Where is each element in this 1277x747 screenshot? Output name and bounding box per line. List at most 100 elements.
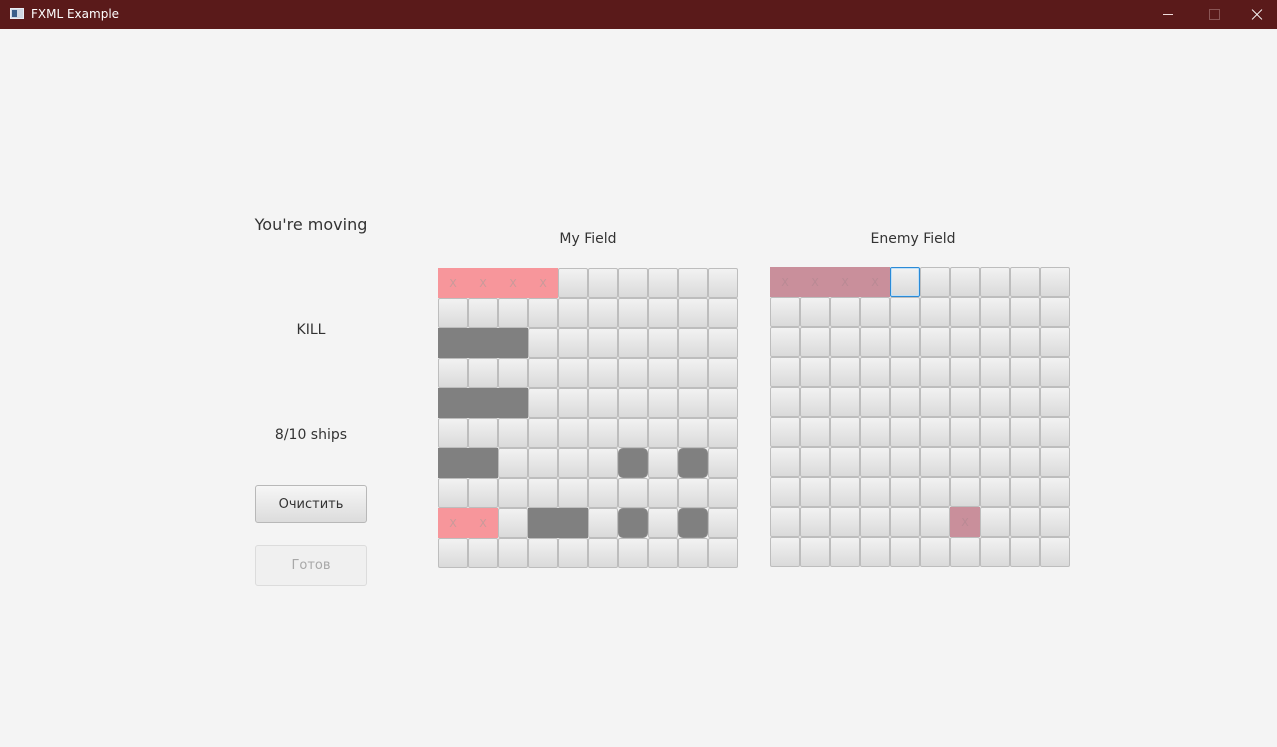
enemy-field-cell[interactable]: [860, 447, 890, 477]
my-field-cell[interactable]: [678, 328, 708, 358]
enemy-field-cell[interactable]: [890, 477, 920, 507]
enemy-field-cell[interactable]: [770, 507, 800, 537]
enemy-field-cell[interactable]: [830, 297, 860, 327]
my-field-cell[interactable]: X: [438, 268, 468, 298]
enemy-field-cell[interactable]: [980, 537, 1010, 567]
my-field-cell[interactable]: [498, 298, 528, 328]
my-field-cell[interactable]: [648, 538, 678, 568]
enemy-field-cell[interactable]: [920, 417, 950, 447]
enemy-field-cell[interactable]: [830, 537, 860, 567]
my-field-cell[interactable]: [678, 448, 708, 478]
enemy-field-cell[interactable]: [920, 387, 950, 417]
enemy-field-cell[interactable]: [800, 297, 830, 327]
enemy-field-cell[interactable]: [920, 537, 950, 567]
enemy-field-cell[interactable]: [1040, 297, 1070, 327]
enemy-field-cell[interactable]: [950, 387, 980, 417]
enemy-field-cell[interactable]: [980, 267, 1010, 297]
my-field-cell[interactable]: [498, 448, 528, 478]
enemy-field-cell[interactable]: [950, 267, 980, 297]
my-field-cell[interactable]: [588, 448, 618, 478]
enemy-field-cell[interactable]: [950, 477, 980, 507]
my-field-cell[interactable]: [648, 418, 678, 448]
enemy-field-cell[interactable]: [1010, 267, 1040, 297]
my-field-cell[interactable]: [648, 448, 678, 478]
my-field-cell[interactable]: [528, 328, 558, 358]
close-icon[interactable]: [1237, 0, 1277, 29]
my-field-cell[interactable]: [558, 328, 588, 358]
enemy-field-cell[interactable]: [1010, 417, 1040, 447]
enemy-field-cell[interactable]: [950, 417, 980, 447]
my-field-cell[interactable]: [618, 328, 648, 358]
my-field-cell[interactable]: [648, 298, 678, 328]
my-field-cell[interactable]: [558, 448, 588, 478]
my-field-cell[interactable]: [618, 538, 648, 568]
my-field-cell[interactable]: X: [468, 508, 498, 538]
my-field-cell[interactable]: [708, 478, 738, 508]
enemy-field-cell[interactable]: [830, 507, 860, 537]
my-field-cell[interactable]: [498, 538, 528, 568]
enemy-field-cell[interactable]: [1010, 447, 1040, 477]
enemy-field-cell[interactable]: [830, 387, 860, 417]
enemy-field-cell[interactable]: [800, 387, 830, 417]
my-field-cell[interactable]: [678, 358, 708, 388]
enemy-field-cell[interactable]: [1040, 477, 1070, 507]
enemy-field-cell[interactable]: [980, 387, 1010, 417]
enemy-field-cell[interactable]: [770, 297, 800, 327]
my-field-cell[interactable]: [708, 508, 738, 538]
my-field-cell[interactable]: [678, 478, 708, 508]
enemy-field-cell[interactable]: [830, 357, 860, 387]
enemy-field-cell[interactable]: [1040, 507, 1070, 537]
enemy-field-cell[interactable]: [1010, 357, 1040, 387]
enemy-field-cell[interactable]: [890, 417, 920, 447]
my-field-cell[interactable]: [528, 358, 558, 388]
enemy-field-cell[interactable]: [1010, 537, 1040, 567]
enemy-field-cell[interactable]: [1010, 507, 1040, 537]
enemy-field-cell[interactable]: [920, 357, 950, 387]
enemy-field-cell[interactable]: [860, 477, 890, 507]
enemy-field-cell[interactable]: [920, 447, 950, 477]
my-field-cell[interactable]: [468, 478, 498, 508]
my-field-cell[interactable]: [678, 538, 708, 568]
my-field-cell[interactable]: [588, 508, 618, 538]
enemy-field-cell[interactable]: [890, 507, 920, 537]
enemy-field-cell[interactable]: [950, 327, 980, 357]
my-field-cell[interactable]: [618, 448, 648, 478]
enemy-field-cell[interactable]: [770, 417, 800, 447]
my-field-cell[interactable]: [468, 418, 498, 448]
my-field-cell[interactable]: [588, 298, 618, 328]
my-field-cell[interactable]: [438, 418, 468, 448]
my-field-cell[interactable]: [588, 268, 618, 298]
my-field-cell[interactable]: [618, 478, 648, 508]
my-field-cell[interactable]: X: [438, 508, 468, 538]
enemy-field-cell[interactable]: [800, 417, 830, 447]
enemy-field-cell[interactable]: [1010, 327, 1040, 357]
my-field-cell[interactable]: [558, 268, 588, 298]
enemy-field-cell[interactable]: [860, 387, 890, 417]
enemy-field-cell[interactable]: [980, 357, 1010, 387]
my-field-cell[interactable]: [558, 538, 588, 568]
enemy-field-cell[interactable]: [1040, 327, 1070, 357]
my-field-cell[interactable]: [468, 328, 498, 358]
ready-button[interactable]: Готов: [255, 545, 367, 586]
enemy-field-cell[interactable]: [980, 297, 1010, 327]
my-field-cell[interactable]: [528, 478, 558, 508]
enemy-field-cell[interactable]: [890, 537, 920, 567]
enemy-field-cell[interactable]: X: [830, 267, 860, 297]
my-field-cell[interactable]: [618, 268, 648, 298]
my-field-cell[interactable]: [618, 388, 648, 418]
my-field-cell[interactable]: [648, 268, 678, 298]
my-field-cell[interactable]: [468, 358, 498, 388]
my-field-cell[interactable]: [438, 328, 468, 358]
my-field-cell[interactable]: [468, 298, 498, 328]
my-field-cell[interactable]: [528, 298, 558, 328]
enemy-field-cell[interactable]: [1040, 537, 1070, 567]
enemy-field-cell[interactable]: [920, 327, 950, 357]
clear-button[interactable]: Очистить: [255, 485, 367, 523]
my-field-cell[interactable]: [558, 508, 588, 538]
enemy-field-cell[interactable]: [800, 357, 830, 387]
enemy-field-cell[interactable]: X: [800, 267, 830, 297]
enemy-field-cell[interactable]: [860, 507, 890, 537]
my-field-cell[interactable]: [708, 328, 738, 358]
enemy-field-cell[interactable]: [860, 357, 890, 387]
my-field-cell[interactable]: [438, 358, 468, 388]
